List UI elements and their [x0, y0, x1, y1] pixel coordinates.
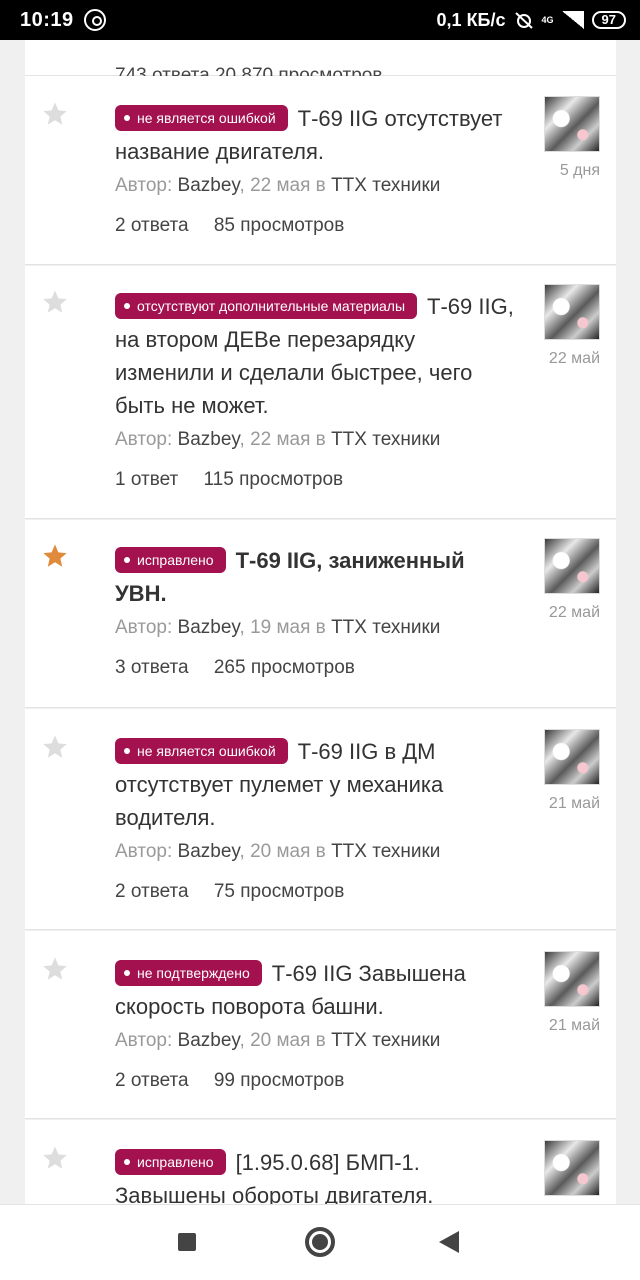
- network-type: 4G: [541, 14, 554, 25]
- avatar[interactable]: [544, 538, 600, 594]
- reply-count: 2 ответа: [115, 881, 189, 902]
- view-count: 85 просмотров: [213, 215, 345, 236]
- topic-meta: Автор: Bazbey, 19 мая в ТТХ техники: [115, 616, 515, 640]
- topic-stats: 2 ответа 75 просмотров: [115, 881, 515, 903]
- view-count: 265 просмотров: [213, 657, 355, 678]
- status-tag[interactable]: не подтверждено: [115, 960, 262, 986]
- avatar[interactable]: [544, 96, 600, 152]
- topic-list[interactable]: 743 ответа 20 870 просмотров не является…: [0, 40, 640, 1204]
- topic-date: , 22 мая в: [239, 429, 326, 450]
- author-link[interactable]: Bazbey: [178, 841, 240, 862]
- reply-count: 3 ответа: [115, 657, 189, 678]
- topic-row-partial[interactable]: 743 ответа 20 870 просмотров: [25, 40, 616, 86]
- topic-stats: 2 ответа 85 просмотров: [115, 215, 515, 237]
- topic-row[interactable]: исправлено [1.95.0.68] БМП-1. Завышены об…: [25, 1120, 616, 1204]
- topic-meta: Автор: Bazbey, 20 мая в ТТХ техники: [115, 1029, 515, 1053]
- author-label: Автор:: [115, 1030, 173, 1051]
- back-button[interactable]: [411, 1205, 491, 1280]
- author-link[interactable]: Bazbey: [178, 1030, 240, 1051]
- avatar[interactable]: [544, 951, 600, 1007]
- favorite-star-icon[interactable]: [41, 288, 69, 316]
- topic-date: , 22 мая в: [239, 175, 326, 196]
- topic-date: , 20 мая в: [239, 1030, 326, 1051]
- category-link[interactable]: ТТХ техники: [331, 841, 440, 862]
- whatsapp-icon: [83, 9, 106, 31]
- android-nav-bar: [0, 1204, 640, 1280]
- avatar[interactable]: [544, 1140, 600, 1196]
- reply-count: 2 ответа: [115, 1070, 189, 1091]
- favorite-star-icon[interactable]: [41, 955, 69, 983]
- status-tag[interactable]: отсутствуют дополнительные материалы: [115, 293, 418, 319]
- view-count: 75 просмотров: [213, 881, 345, 902]
- category-link[interactable]: ТТХ техники: [331, 1030, 440, 1051]
- status-tag[interactable]: не является ошибкой: [115, 738, 288, 764]
- topic-title[interactable]: не является ошибкой Т-69 IIG в ДМ отсутст…: [115, 735, 515, 834]
- topic-title[interactable]: отсутствуют дополнительные материалы Т-69…: [115, 290, 515, 422]
- last-post-date[interactable]: 22 май: [520, 604, 600, 622]
- topic-stats: 3 ответа 265 просмотров: [115, 657, 515, 679]
- topic-title[interactable]: исправлено [1.95.0.68] БМП-1. Завышены об…: [115, 1146, 515, 1204]
- topic-row[interactable]: не является ошибкой Т-69 IIG в ДМ отсутст…: [25, 709, 616, 930]
- topic-row[interactable]: не подтверждено Т-69 IIG Завышена скорост…: [25, 931, 616, 1119]
- status-bar: 10:19 0,1 КБ/с 4G 97: [0, 0, 640, 40]
- topic-meta: Автор: Bazbey, 22 мая в ТТХ техники: [115, 428, 515, 452]
- author-link[interactable]: Bazbey: [178, 617, 240, 638]
- last-post-date[interactable]: 5 дня: [520, 162, 600, 180]
- recent-apps-button[interactable]: [147, 1205, 227, 1280]
- battery-indicator: 97: [591, 11, 626, 29]
- status-right: 0,1 КБ/с 4G 97: [437, 10, 626, 31]
- author-label: Автор:: [115, 429, 173, 450]
- status-time: 10:19: [20, 8, 74, 31]
- topic-date: , 20 мая в: [239, 841, 326, 862]
- view-count: 99 просмотров: [213, 1070, 345, 1091]
- category-link[interactable]: ТТХ техники: [331, 429, 440, 450]
- reply-count: 2 ответа: [115, 215, 189, 236]
- last-post-date[interactable]: 21 май: [520, 1017, 600, 1035]
- category-link[interactable]: ТТХ техники: [331, 175, 440, 196]
- topic-stats: 2 ответа 99 просмотров: [115, 1070, 515, 1092]
- topic-meta: Автор: Bazbey, 20 мая в ТТХ техники: [115, 840, 515, 864]
- signal-icon: [561, 11, 584, 29]
- author-link[interactable]: Bazbey: [178, 429, 240, 450]
- status-tag[interactable]: исправлено: [115, 547, 226, 573]
- favorite-star-icon[interactable]: [41, 542, 69, 570]
- topic-stats: 1 ответ 115 просмотров: [115, 469, 515, 491]
- last-post-date[interactable]: 21 май: [520, 795, 600, 813]
- favorite-star-icon[interactable]: [41, 733, 69, 761]
- network-speed: 0,1 КБ/с: [436, 9, 506, 30]
- topic-title[interactable]: исправлено Т-69 IIG, заниженный УВН.: [115, 544, 515, 610]
- topic-row[interactable]: исправлено Т-69 IIG, заниженный УВН. Авто…: [25, 520, 616, 708]
- category-link[interactable]: ТТХ техники: [331, 617, 440, 638]
- author-label: Автор:: [115, 841, 173, 862]
- avatar[interactable]: [544, 284, 600, 340]
- status-tag[interactable]: не является ошибкой: [115, 105, 288, 131]
- topic-title[interactable]: не подтверждено Т-69 IIG Завышена скорост…: [115, 957, 515, 1023]
- topic-title[interactable]: не является ошибкой Т-69 IIG отсутствует …: [115, 102, 515, 168]
- alarm-off-icon: [514, 11, 534, 29]
- home-button[interactable]: [280, 1205, 360, 1280]
- favorite-star-icon[interactable]: [41, 1144, 69, 1172]
- author-link[interactable]: Bazbey: [178, 175, 240, 196]
- reply-count: 1 ответ: [115, 469, 179, 490]
- topic-row[interactable]: не является ошибкой Т-69 IIG отсутствует …: [25, 76, 616, 265]
- author-label: Автор:: [115, 175, 173, 196]
- topic-date: , 19 мая в: [239, 617, 326, 638]
- status-tag[interactable]: исправлено: [115, 1149, 226, 1175]
- view-count: 115 просмотров: [203, 469, 344, 490]
- last-post-date[interactable]: 22 май: [520, 350, 600, 368]
- topic-meta: Автор: Bazbey, 22 мая в ТТХ техники: [115, 174, 515, 198]
- avatar[interactable]: [544, 729, 600, 785]
- author-label: Автор:: [115, 617, 173, 638]
- favorite-star-icon[interactable]: [41, 100, 69, 128]
- topic-row[interactable]: отсутствуют дополнительные материалы Т-69…: [25, 266, 616, 519]
